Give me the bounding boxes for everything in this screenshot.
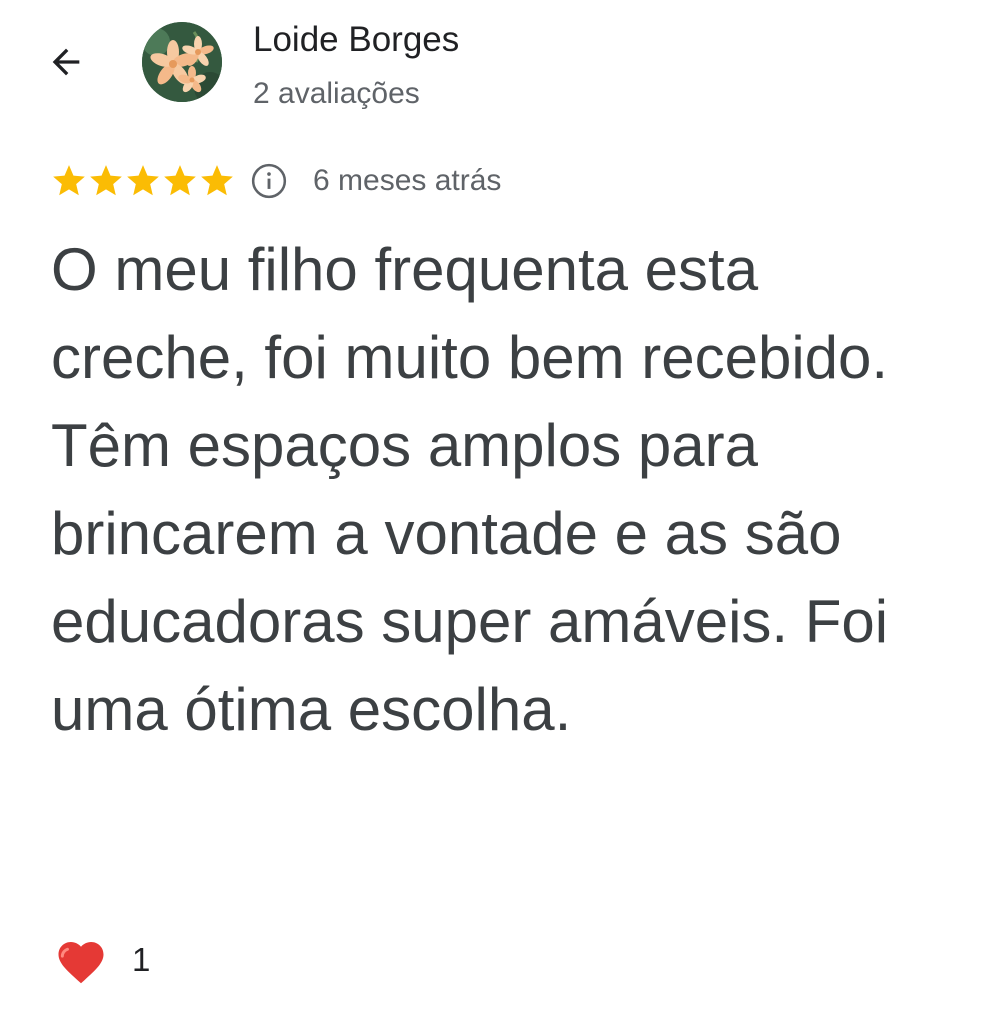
- star-icon: [201, 165, 233, 196]
- star-icon: [90, 165, 122, 196]
- arrow-left-icon: [52, 48, 80, 76]
- reaction-count: 1: [132, 941, 151, 978]
- info-icon: [251, 163, 287, 199]
- star-icon: [127, 165, 159, 196]
- author-name[interactable]: Loide Borges: [253, 18, 459, 62]
- rating-row: 6 meses atrás: [50, 158, 501, 204]
- like-button[interactable]: 1: [54, 930, 150, 990]
- review-date: 6 meses atrás: [313, 164, 502, 197]
- flower-avatar-icon: [142, 22, 222, 102]
- review-count: 2 avaliações: [253, 77, 420, 110]
- star-rating: [50, 162, 235, 200]
- heart-icon: [58, 942, 104, 984]
- star-icon: [164, 165, 196, 196]
- review-text: O meu filho frequenta esta creche, foi m…: [51, 236, 889, 743]
- avatar[interactable]: [142, 22, 222, 102]
- star-icon: [53, 165, 85, 196]
- back-button[interactable]: [38, 34, 94, 90]
- info-button[interactable]: [249, 161, 289, 201]
